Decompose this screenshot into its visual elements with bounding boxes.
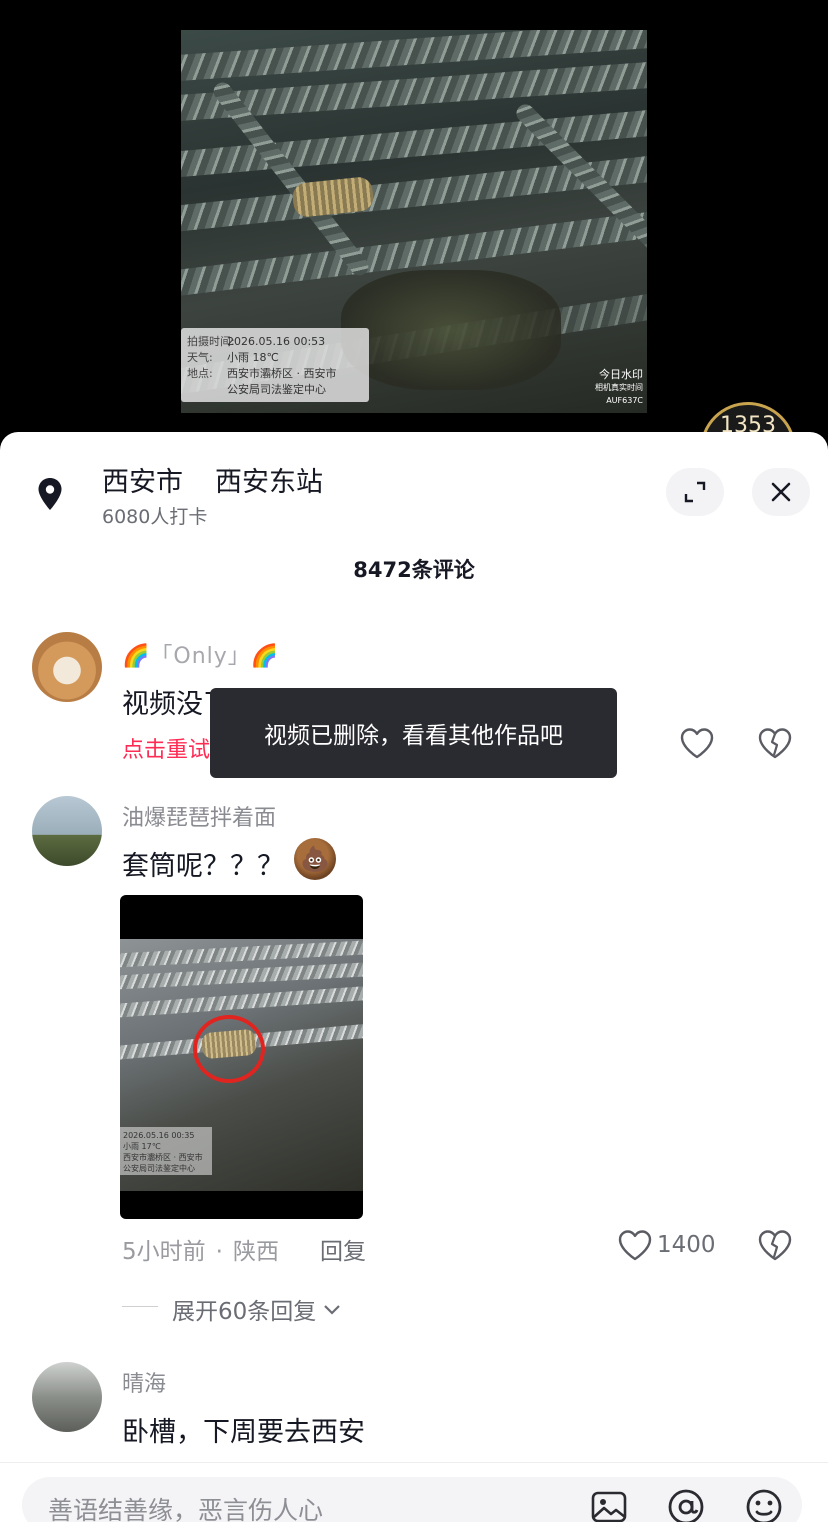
avatar[interactable] <box>32 796 102 866</box>
watermark-sub: 相机真实时间 <box>595 383 643 392</box>
comment-username[interactable]: 🌈「Only」🌈 <box>122 638 279 670</box>
rebar <box>120 985 363 1019</box>
video-frame: 拍摄时间: 2026.05.16 00:53 天气: 小雨 18℃ 地点: 西安市灞桥… <box>181 30 647 413</box>
poop-emoji: 💩 <box>294 838 336 880</box>
close-icon <box>771 482 791 502</box>
app-watermark: 今日水印 相机真实时间 AUF637C <box>595 368 643 407</box>
close-button[interactable] <box>752 468 810 516</box>
attachment-stamp-line: 2026.05.16 00:35 <box>123 1131 195 1140</box>
attachment-timestamp: 2026.05.16 00:35 小雨 17℃ 西安市灞桥区 · 西安市 公安局… <box>120 1127 212 1175</box>
checkin-count: 6080人打卡 <box>102 506 208 528</box>
at-icon[interactable] <box>666 1487 706 1522</box>
stamp-place-value: 西安市灞桥区 · 西安市 <box>227 367 337 380</box>
comment-time: 5小时前 <box>122 1239 206 1265</box>
map-pin-icon <box>38 478 62 510</box>
chevron-down-icon <box>324 1305 341 1315</box>
attachment-stamp-line: 西安市灞桥区 · 西安市 <box>123 1153 203 1162</box>
like-count: 1400 <box>657 1232 716 1258</box>
stamp-time-label: 拍摄时间: <box>187 335 235 348</box>
comment-text: 套筒呢？？？ <box>122 851 284 882</box>
comment-username[interactable]: 晴海 <box>122 1366 166 1398</box>
watermark-code: AUF637C <box>606 396 643 405</box>
reply-button[interactable]: 回复 <box>320 1232 366 1266</box>
stamp-place-label: 地点: <box>187 367 213 380</box>
stamp-time-value: 2026.05.16 00:53 <box>227 335 326 348</box>
watermark-title: 今日水印 <box>599 368 643 381</box>
attachment-photo: 2026.05.16 00:35 小雨 17℃ 西安市灞桥区 · 西安市 公安局… <box>120 939 363 1191</box>
comment-count-title: 8472条评论 <box>353 558 475 582</box>
location-city: 西安市 <box>102 467 183 498</box>
avatar[interactable] <box>32 632 102 702</box>
red-circle-annotation <box>193 1015 265 1083</box>
location-station: 西安东站 <box>215 467 323 498</box>
divider-line <box>122 1306 158 1307</box>
comment-image-attachment[interactable]: 2026.05.16 00:35 小雨 17℃ 西安市灞桥区 · 西安市 公安局… <box>120 895 363 1219</box>
rebar <box>120 962 363 990</box>
stamp-place-value2: 公安局司法鉴定中心 <box>227 383 326 396</box>
toast-message: 视频已删除，看看其他作品吧 <box>210 688 617 778</box>
expand-replies-button[interactable]: 展开60条回复 <box>172 1292 344 1326</box>
expand-button[interactable] <box>666 468 724 516</box>
broken-heart-icon[interactable] <box>757 1228 793 1262</box>
broken-heart-icon[interactable] <box>757 726 793 760</box>
comment-input-placeholder[interactable]: 善语结善缘，恶言伤人心 <box>48 1491 323 1522</box>
comment-username[interactable]: 油爆琵琶拌着面 <box>122 800 276 832</box>
emoji-icon[interactable] <box>744 1487 784 1522</box>
stamp-weather-label: 天气: <box>187 351 213 364</box>
expand-replies-label: 展开60条回复 <box>172 1299 317 1325</box>
comment-region: 陕西 <box>232 1239 279 1265</box>
heart-icon[interactable] <box>679 726 715 760</box>
heart-icon[interactable] <box>617 1228 653 1262</box>
stamp-weather-value: 小雨 18℃ <box>227 351 279 364</box>
retry-link[interactable]: 点击重试 <box>122 732 210 764</box>
debris <box>341 270 561 390</box>
video-player[interactable]: 拍摄时间: 2026.05.16 00:53 天气: 小雨 18℃ 地点: 西安市灞桥… <box>0 0 828 498</box>
timestamp-watermark: 拍摄时间: 2026.05.16 00:53 天气: 小雨 18℃ 地点: 西安市灞桥… <box>181 328 369 402</box>
attachment-stamp-line: 公安局司法鉴定中心 <box>123 1164 195 1173</box>
avatar[interactable] <box>32 1362 102 1432</box>
comment-text: 卧槽，下周要去西安 <box>122 1417 365 1448</box>
image-icon[interactable] <box>590 1489 628 1522</box>
comment-sheet: 西安市 西安东站 6080人打卡 8472条评论 🌈「Only」🌈 视频没了 点… <box>0 432 828 1522</box>
expand-icon <box>684 481 706 503</box>
comment-meta: 5小时前 · 陕西 <box>122 1239 279 1265</box>
attachment-stamp-line: 小雨 17℃ <box>123 1142 161 1151</box>
comment-input-bar: 善语结善缘，恶言伤人心 <box>0 1462 828 1522</box>
